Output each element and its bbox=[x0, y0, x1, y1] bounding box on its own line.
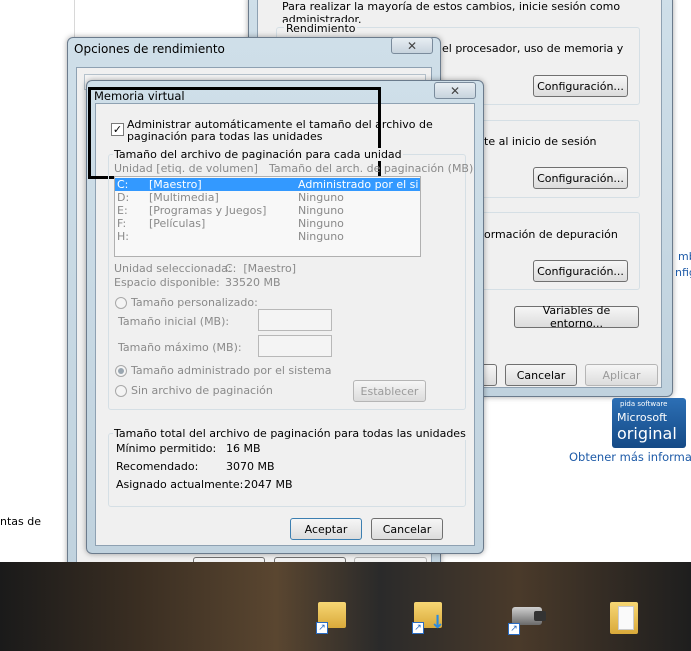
shortcut-arrow-icon: ↗ bbox=[412, 622, 424, 634]
drive-row-0[interactable]: C: [Maestro] Administrado por el sistema bbox=[117, 178, 419, 191]
min-label: Mínimo permitido: bbox=[116, 442, 217, 455]
background-right-text-1: mb bbox=[678, 250, 691, 263]
vm-close-button[interactable]: ✕ bbox=[434, 82, 476, 99]
rendimiento-label: Rendimiento bbox=[284, 22, 358, 35]
drive-size: Ninguno bbox=[298, 191, 344, 204]
vm-cancel-button[interactable]: Cancelar bbox=[371, 518, 443, 540]
microsoft-original-badge: pida software Microsoft original bbox=[612, 398, 686, 448]
total-label: Tamaño total del archivo de paginación p… bbox=[113, 427, 467, 440]
auto-manage-checkbox[interactable]: ✓ bbox=[111, 123, 124, 136]
desktop-folder-icon-2[interactable]: ↓ ↗ bbox=[412, 598, 446, 634]
drive-row-1[interactable]: D: [Multimedia] Ninguno bbox=[117, 191, 419, 204]
perfiles-desc: te al inicio de sesión bbox=[484, 135, 597, 148]
download-arrow-icon: ↓ bbox=[430, 612, 446, 633]
drive-label: [Películas] bbox=[149, 217, 206, 230]
inicio-desc: ormación de depuración bbox=[484, 228, 618, 241]
badge-original-text: original bbox=[617, 424, 677, 443]
perf-close-button[interactable]: ✕ bbox=[391, 37, 433, 54]
recommended-label: Recomendado: bbox=[116, 460, 199, 473]
initial-size-label: Tamaño inicial (MB): bbox=[118, 315, 230, 328]
desktop-folder-icon-1[interactable]: ↗ bbox=[316, 598, 346, 634]
rendimiento-desc: el procesador, uso de memoria y bbox=[442, 42, 624, 55]
vm-ok-button[interactable]: Aceptar bbox=[290, 518, 362, 540]
drive-column-header: Unidad [etiq. de volumen] bbox=[114, 162, 258, 175]
background-right-text-2: nfig bbox=[675, 266, 691, 279]
no-paging-radio[interactable] bbox=[115, 385, 127, 397]
drive-row-4[interactable]: H: Ninguno bbox=[117, 230, 419, 243]
no-paging-label: Sin archivo de paginación bbox=[131, 384, 273, 397]
selected-drive-value: C: [Maestro] bbox=[225, 262, 297, 275]
background-left-text: ntas de bbox=[0, 515, 42, 528]
drive-row-2[interactable]: E: [Programas y Juegos] Ninguno bbox=[117, 204, 419, 217]
drive-label: [Programas y Juegos] bbox=[149, 204, 267, 217]
performance-options-title: Opciones de rendimiento bbox=[74, 42, 225, 56]
perfiles-config-button[interactable]: Configuración... bbox=[533, 167, 628, 189]
selected-drive-label: Unidad seleccionada: bbox=[114, 262, 232, 275]
system-managed-label: Tamaño administrado por el sistema bbox=[131, 364, 332, 377]
drive-row-3[interactable]: F: [Películas] Ninguno bbox=[117, 217, 419, 230]
min-value: 16 MB bbox=[226, 442, 261, 455]
custom-size-radio[interactable] bbox=[115, 297, 127, 309]
rendimiento-config-button[interactable]: Configuración... bbox=[533, 75, 628, 97]
drive-letter: C: bbox=[117, 178, 129, 191]
badge-small-text: pida software bbox=[620, 400, 668, 408]
system-managed-radio[interactable] bbox=[115, 365, 127, 377]
allocated-label: Asignado actualmente: bbox=[116, 478, 244, 491]
drive-size: Administrado por el sistema bbox=[298, 178, 419, 191]
auto-manage-label[interactable]: Administrar automáticamente el tamaño de… bbox=[127, 119, 472, 143]
badge-brand-text: Microsoft bbox=[617, 411, 668, 424]
close-icon: ✕ bbox=[406, 38, 418, 53]
inicio-config-button[interactable]: Configuración... bbox=[533, 260, 628, 282]
env-vars-button[interactable]: Variables de entorno... bbox=[514, 304, 639, 330]
shortcut-arrow-icon: ↗ bbox=[316, 622, 328, 634]
system-props-cancel-button[interactable]: Cancelar bbox=[505, 364, 577, 386]
system-props-apply-button[interactable]: Aplicar bbox=[585, 364, 658, 386]
checkmark-icon: ✓ bbox=[112, 123, 123, 136]
drive-letter: E: bbox=[117, 204, 128, 217]
drive-letter: F: bbox=[117, 217, 127, 230]
drive-label: [Multimedia] bbox=[149, 191, 219, 204]
recommended-value: 3070 MB bbox=[226, 460, 275, 473]
background-window-left bbox=[0, 0, 75, 562]
close-icon: ✕ bbox=[449, 83, 461, 98]
desktop-camera-icon[interactable]: ↗ bbox=[508, 603, 546, 635]
drive-size: Ninguno bbox=[298, 230, 344, 243]
size-column-header: Tamaño del arch. de paginación (MB) bbox=[269, 162, 474, 175]
drive-letter: H: bbox=[117, 230, 129, 243]
drive-size: Ninguno bbox=[298, 217, 344, 230]
set-button[interactable]: Establecer bbox=[353, 380, 426, 402]
max-size-label: Tamaño máximo (MB): bbox=[118, 341, 242, 354]
drive-size: Ninguno bbox=[298, 204, 344, 217]
per-drive-label: Tamaño del archivo de paginación para ca… bbox=[113, 148, 403, 161]
drive-letter: D: bbox=[117, 191, 130, 204]
allocated-value: 2047 MB bbox=[244, 478, 293, 491]
custom-size-label: Tamaño personalizado: bbox=[131, 296, 258, 309]
free-space-label: Espacio disponible: bbox=[114, 276, 220, 289]
free-space-value: 33520 MB bbox=[225, 276, 281, 289]
max-size-input[interactable] bbox=[258, 335, 332, 357]
shortcut-arrow-icon: ↗ bbox=[508, 623, 520, 635]
drive-label: [Maestro] bbox=[149, 178, 202, 191]
initial-size-input[interactable] bbox=[258, 309, 332, 331]
obtain-more-info-link[interactable]: Obtener más informaci bbox=[569, 450, 691, 464]
desktop-folder-icon-3[interactable] bbox=[610, 598, 638, 634]
